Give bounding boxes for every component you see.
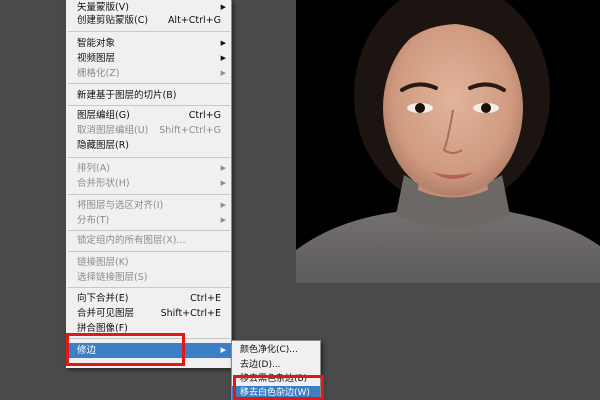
annotation-highlight-box xyxy=(66,333,185,366)
menu-item-label: 视频图层 xyxy=(77,53,116,64)
menu-item-label: 将图层与选区对齐(I) xyxy=(77,200,164,211)
menu-item-label: 合并形状(H) xyxy=(77,178,130,189)
menu-item-label: 排列(A) xyxy=(77,163,110,174)
menu-item-label: 合并可见图层 xyxy=(77,308,135,319)
menu-item-combine-shapes[interactable]: 合并形状(H) ▶ xyxy=(66,176,232,191)
menu-item-rasterize[interactable]: 栅格化(Z) ▶ xyxy=(66,66,232,81)
menu-item-video-layers[interactable]: 视频图层 ▶ xyxy=(66,51,232,66)
menu-item-hide-layers[interactable]: 隐藏图层(R) xyxy=(66,138,232,153)
submenu-item-label: 去边(D)... xyxy=(240,360,281,370)
image-canvas[interactable] xyxy=(296,0,600,283)
layer-menu: 矢量蒙版(V) ▶ 创建剪贴蒙版(C) Alt+Ctrl+G 智能对象 ▶ 视频… xyxy=(66,0,232,368)
menu-item-select-linked-layers[interactable]: 选择链接图层(S) xyxy=(66,270,232,285)
menu-item-label: 栅格化(Z) xyxy=(77,68,120,79)
menu-item-label: 向下合并(E) xyxy=(77,293,129,304)
submenu-item-label: 颜色净化(C)... xyxy=(240,345,298,355)
menu-item-label: 链接图层(K) xyxy=(77,257,129,268)
menu-separator xyxy=(68,194,230,195)
menu-item-group-layers[interactable]: 图层编组(G) Ctrl+G xyxy=(66,108,232,123)
menu-item-ungroup-layers[interactable]: 取消图层编组(U) Shift+Ctrl+G xyxy=(66,123,232,138)
portrait-photo xyxy=(296,0,600,283)
menu-separator xyxy=(68,83,230,84)
menu-item-label: 图层编组(G) xyxy=(77,110,130,121)
menu-item-create-clipping-mask[interactable]: 创建剪贴蒙版(C) Alt+Ctrl+G xyxy=(66,13,232,28)
menu-item-label: 创建剪贴蒙版(C) xyxy=(77,15,149,26)
menu-separator xyxy=(68,157,230,158)
submenu-arrow-icon: ▶ xyxy=(220,69,226,77)
submenu-arrow-icon: ▶ xyxy=(220,201,226,209)
menu-item-label: 新建基于图层的切片(B) xyxy=(77,90,177,101)
submenu-arrow-icon: ▶ xyxy=(220,179,226,187)
menu-item-shortcut: Ctrl+E xyxy=(190,293,221,304)
menu-item-label: 取消图层编组(U) xyxy=(77,125,149,136)
submenu-arrow-icon: ▶ xyxy=(220,39,226,47)
menu-item-label: 锁定组内的所有图层(X)... xyxy=(77,235,186,246)
menu-item-shortcut: Alt+Ctrl+G xyxy=(167,15,221,26)
submenu-arrow-icon: ▶ xyxy=(220,164,226,172)
menu-separator xyxy=(68,31,230,32)
menu-item-link-layers[interactable]: 链接图层(K) xyxy=(66,255,232,270)
annotation-highlight-box xyxy=(233,375,324,400)
menu-item-label: 分布(T) xyxy=(77,215,110,226)
menu-item-label: 隐藏图层(R) xyxy=(77,140,130,151)
menu-separator xyxy=(68,105,230,106)
menu-item-align-to-selection[interactable]: 将图层与选区对齐(I) ▶ xyxy=(66,198,232,213)
submenu-arrow-icon: ▶ xyxy=(220,54,226,62)
submenu-item-defringe[interactable]: 去边(D)... xyxy=(232,358,320,373)
menu-separator xyxy=(68,230,230,231)
menu-separator xyxy=(68,287,230,288)
menu-item-merge-visible[interactable]: 合并可见图层 Shift+Ctrl+E xyxy=(66,306,232,321)
menu-item-smart-object[interactable]: 智能对象 ▶ xyxy=(66,36,232,51)
submenu-item-color-decontaminate[interactable]: 颜色净化(C)... xyxy=(232,343,320,358)
submenu-arrow-icon: ▶ xyxy=(220,216,226,224)
menu-item-new-layer-based-slice[interactable]: 新建基于图层的切片(B) xyxy=(66,88,232,103)
menu-item-arrange[interactable]: 排列(A) ▶ xyxy=(66,161,232,176)
menu-item-merge-down[interactable]: 向下合并(E) Ctrl+E xyxy=(66,291,232,306)
menu-item-distribute[interactable]: 分布(T) ▶ xyxy=(66,213,232,228)
menu-item-label: 选择链接图层(S) xyxy=(77,272,148,283)
menu-item-shortcut: Shift+Ctrl+G xyxy=(159,125,221,136)
menu-item-shortcut: Ctrl+G xyxy=(188,110,221,121)
menu-item-shortcut: Shift+Ctrl+E xyxy=(160,308,221,319)
submenu-arrow-icon: ▶ xyxy=(220,346,226,354)
menu-separator xyxy=(68,251,230,252)
menu-item-lock-all-layers-in-group[interactable]: 锁定组内的所有图层(X)... xyxy=(66,233,232,248)
menu-item-label: 智能对象 xyxy=(77,38,116,49)
